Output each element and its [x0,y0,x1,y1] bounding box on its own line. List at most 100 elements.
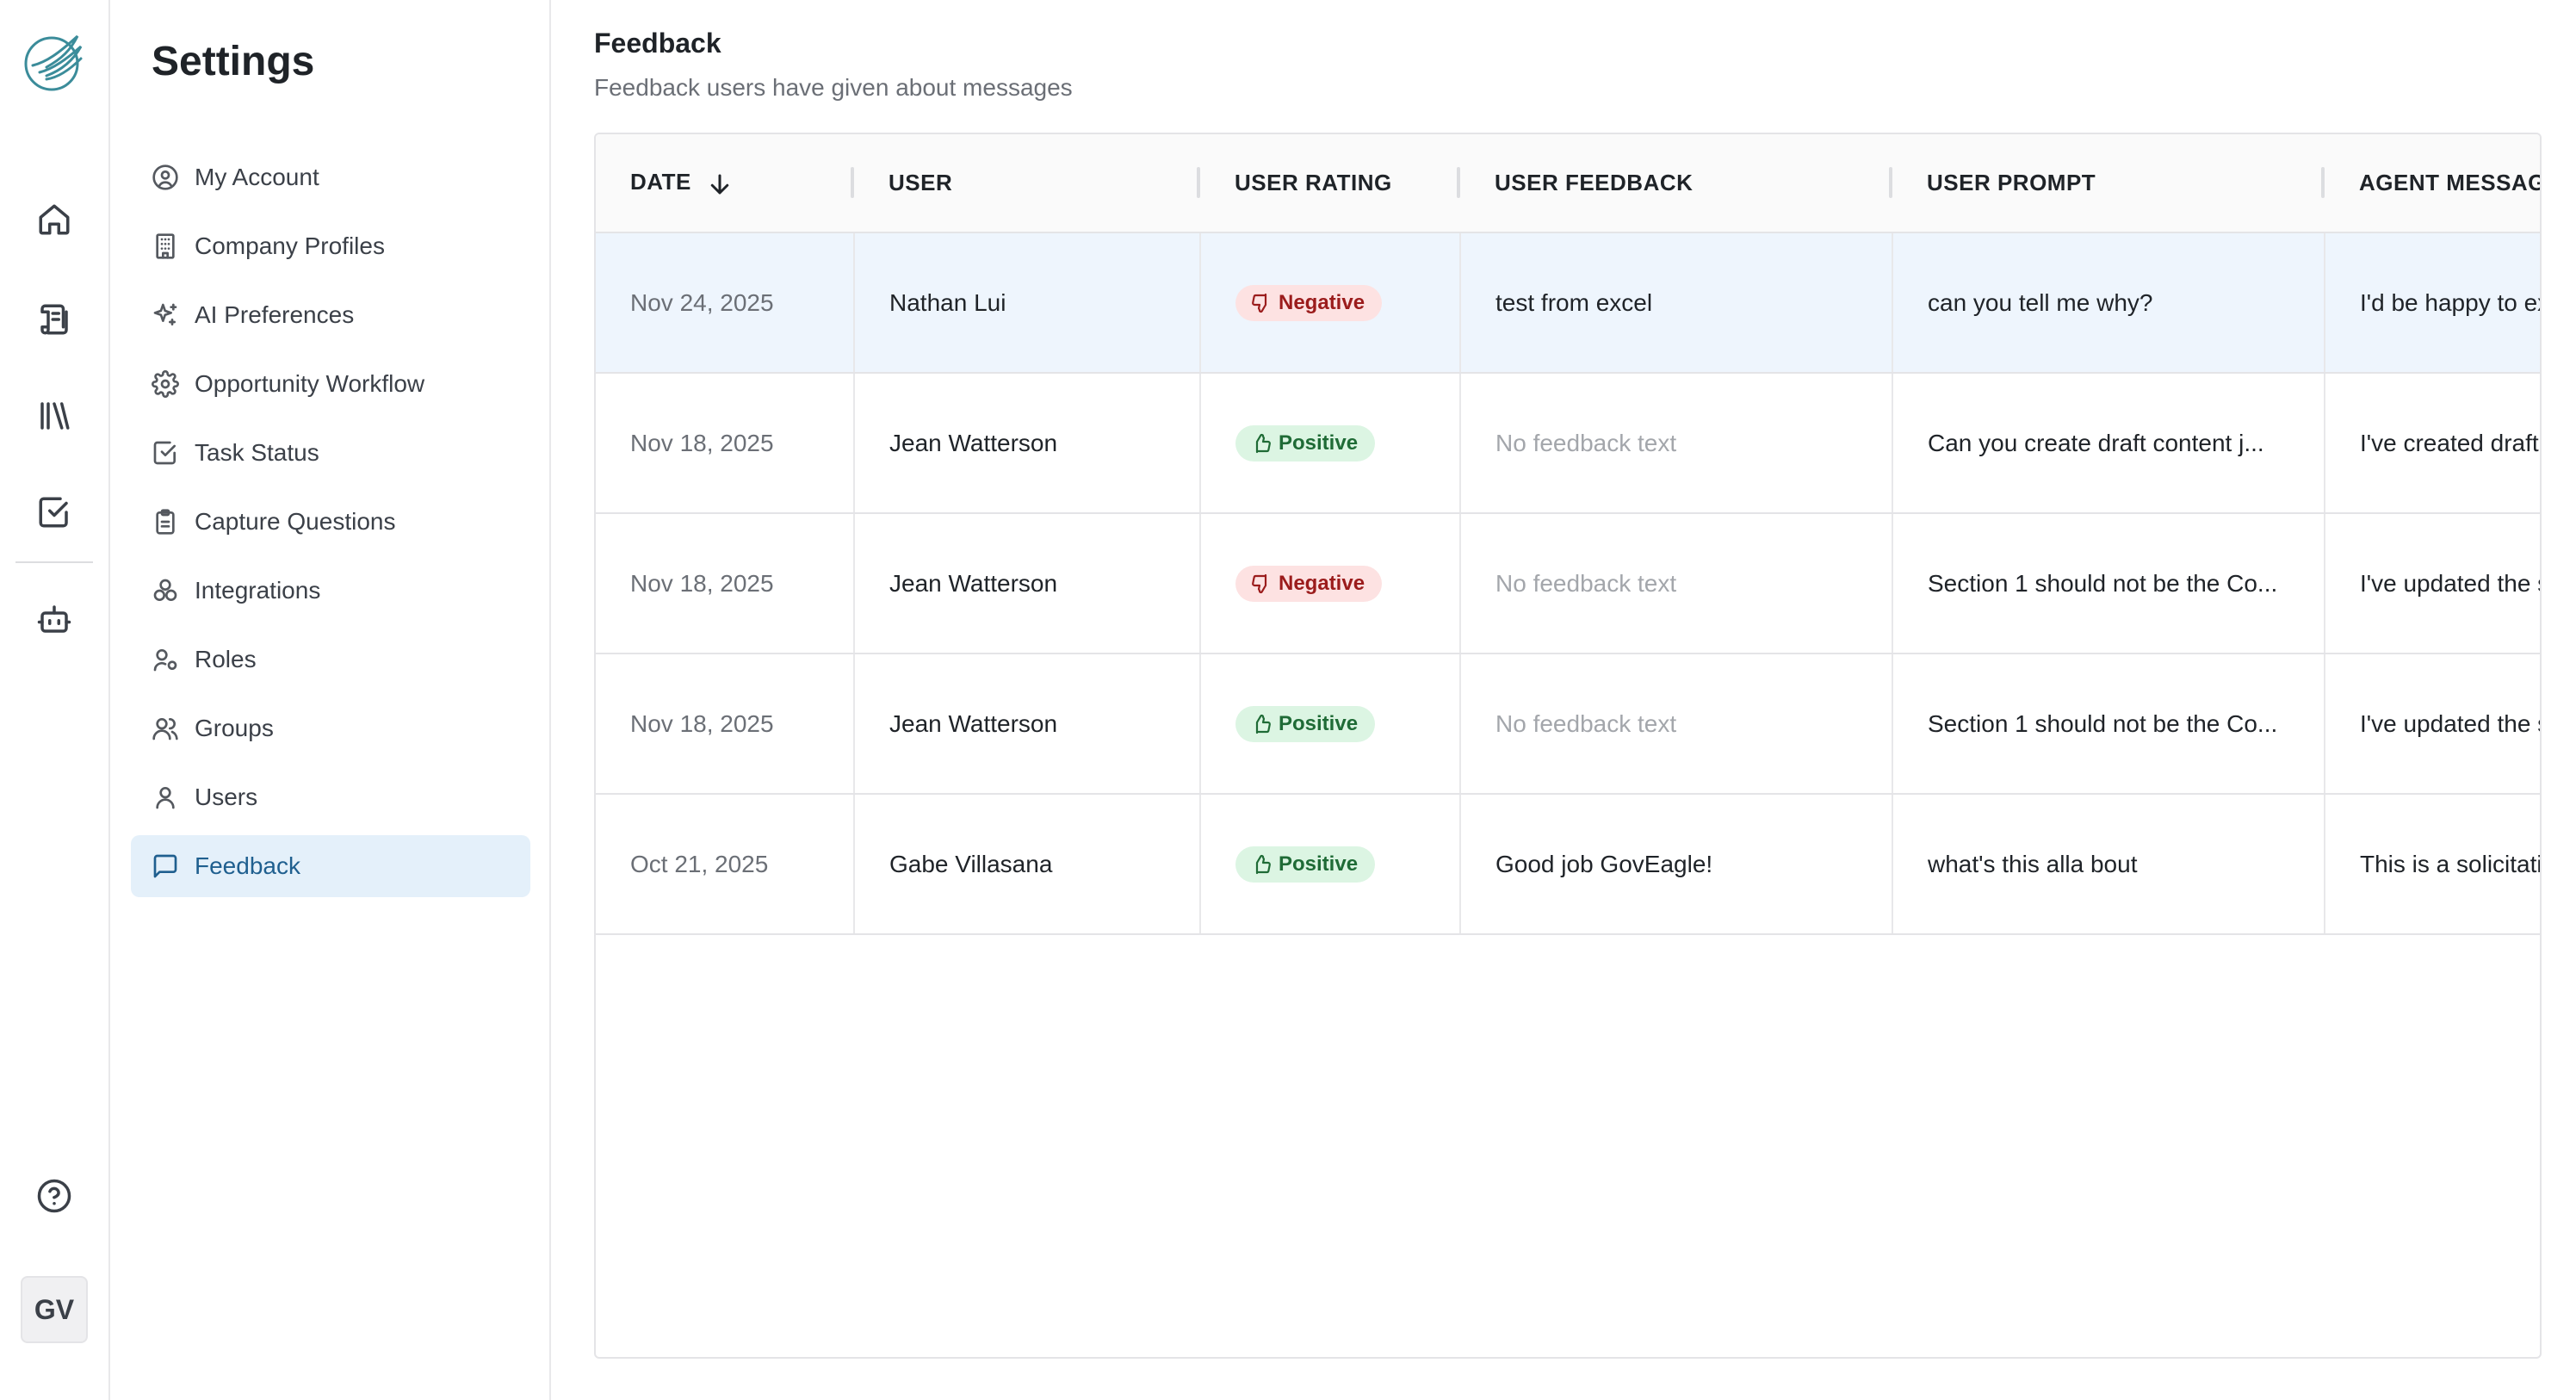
column-header-label: USER RATING [1235,170,1392,195]
sidebar-item-label: Users [195,784,258,810]
help-circle-icon[interactable] [29,1171,79,1221]
thumbs-down-icon [1252,293,1267,313]
sidebar-item-integrations[interactable]: Integrations [131,560,530,622]
cell-agent-message: I've created draft content [2325,373,2540,514]
cell-feedback: Good job GovEagle! [1460,794,1893,935]
user-avatar[interactable]: GV [21,1276,88,1343]
gear-icon [152,370,179,398]
table-row[interactable]: Oct 21, 2025 Gabe Villasana Positive Goo… [596,794,2540,935]
users-icon [152,718,178,740]
cell-user: Jean Watterson [854,513,1201,654]
sidebar-title: Settings [152,39,315,84]
page-subtitle: Feedback users have given about messages [594,74,1073,101]
cell-prompt: Section 1 should not be the Co... [1892,654,2325,795]
home-icon[interactable] [29,195,79,245]
column-header-user-rating[interactable]: USER RATING [1200,134,1460,233]
sidebar-item-capture-questions[interactable]: Capture Questions [131,491,530,553]
checkbox-icon[interactable] [29,487,79,537]
arrow-down-icon[interactable] [707,171,733,197]
column-header-label: USER [889,170,953,195]
feedback-table: DATE USER USER RATING USER FEEDBACK USER… [596,134,2540,935]
cell-agent-message: This is a solicitation [2325,794,2540,935]
cell-date: Nov 18, 2025 [596,513,855,654]
cell-user: Jean Watterson [854,373,1201,514]
cell-user: Nathan Lui [854,232,1201,374]
thumbs-up-icon [1255,854,1271,874]
cell-rating: Positive [1200,654,1461,795]
cell-prompt: what's this alla bout [1892,794,2325,935]
rail-divider [15,561,93,563]
rating-label: Positive [1279,431,1359,455]
sidebar-item-my-account[interactable]: My Account [131,146,530,208]
column-header-user-feedback[interactable]: USER FEEDBACK [1460,134,1892,233]
table-row[interactable]: Nov 18, 2025 Jean Watterson Positive No … [596,373,2540,514]
table-row[interactable]: Nov 18, 2025 Jean Watterson Negative No … [596,513,2540,654]
sparkles-icon [153,303,177,325]
sidebar-item-label: Capture Questions [195,508,396,535]
thumbs-down-icon [1252,573,1267,593]
bot-icon[interactable] [29,594,79,644]
cell-agent-message: I'd be happy to explain [2325,232,2540,374]
scroll-icon[interactable] [29,294,79,344]
rating-badge: Negative [1235,284,1383,321]
eagle-logo-icon[interactable] [21,28,88,95]
user-circle-icon [152,164,178,190]
check-square-icon [153,441,176,465]
rating-label: Positive [1279,711,1359,735]
sidebar-item-users[interactable]: Users [131,766,530,828]
settings-sidebar: Settings My Account Company Profiles AI … [110,0,551,1400]
cell-date: Nov 18, 2025 [596,373,855,514]
cell-feedback: No feedback text [1460,373,1893,514]
column-header-user[interactable]: USER [854,134,1200,233]
sidebar-item-label: Opportunity Workflow [195,370,425,397]
cell-date: Oct 21, 2025 [596,794,855,935]
column-header-label: USER PROMPT [1927,170,2096,195]
sidebar-item-groups[interactable]: Groups [131,697,530,759]
cell-date: Nov 18, 2025 [596,654,855,795]
column-header-date[interactable]: DATE [596,134,854,233]
sidebar-item-task-status[interactable]: Task Status [131,422,530,484]
library-icon[interactable] [29,391,79,441]
settings-menu: My Account Company Profiles AI Preferenc… [131,146,530,904]
cell-agent-message: I've updated the section [2325,654,2540,795]
rating-badge: Positive [1235,424,1376,462]
table-header-row: DATE USER USER RATING USER FEEDBACK USER… [596,134,2540,233]
cell-agent-message: I've updated the section [2325,513,2540,654]
cell-user: Jean Watterson [854,654,1201,795]
blocks-icon [153,579,177,601]
user-icon [156,787,175,809]
sidebar-item-label: Feedback [195,852,300,879]
sidebar-item-roles[interactable]: Roles [131,629,530,691]
building-icon [156,233,175,259]
cell-date: Nov 24, 2025 [596,232,855,374]
clipboard-icon [156,509,175,535]
table-row[interactable]: Nov 24, 2025 Nathan Lui Negative test fr… [596,232,2540,374]
app-rail: GV [0,0,110,1400]
thumbs-up-icon [1255,714,1271,734]
rating-badge: Positive [1235,846,1376,883]
sidebar-item-feedback[interactable]: Feedback [131,835,530,897]
sidebar-item-label: Task Status [195,439,319,466]
cell-feedback: No feedback text [1460,654,1893,795]
main-content: Feedback Feedback users have given about… [551,0,2576,1400]
page-title: Feedback [594,28,721,59]
sidebar-item-label: Groups [195,715,274,741]
feedback-table-container[interactable]: DATE USER USER RATING USER FEEDBACK USER… [594,133,2542,1359]
column-header-label: DATE [630,169,691,195]
cell-prompt: can you tell me why? [1892,232,2325,374]
rating-label: Negative [1279,571,1365,595]
cell-feedback: test from excel [1460,232,1893,374]
rating-badge: Positive [1235,705,1376,742]
cell-prompt: Can you create draft content j... [1892,373,2325,514]
table-row[interactable]: Nov 18, 2025 Jean Watterson Positive No … [596,654,2540,795]
column-header-label: USER FEEDBACK [1495,170,1694,195]
cell-prompt: Section 1 should not be the Co... [1892,513,2325,654]
sidebar-item-label: My Account [195,164,319,190]
rating-label: Negative [1279,290,1365,314]
column-header-user-prompt[interactable]: USER PROMPT [1892,134,2325,233]
sidebar-item-company-profiles[interactable]: Company Profiles [131,215,530,277]
sidebar-item-label: Company Profiles [195,232,385,259]
column-header-agent-message[interactable]: AGENT MESSAGE [2325,134,2540,233]
sidebar-item-ai-preferences[interactable]: AI Preferences [131,284,530,346]
sidebar-item-opportunity-workflow[interactable]: Opportunity Workflow [131,353,530,415]
